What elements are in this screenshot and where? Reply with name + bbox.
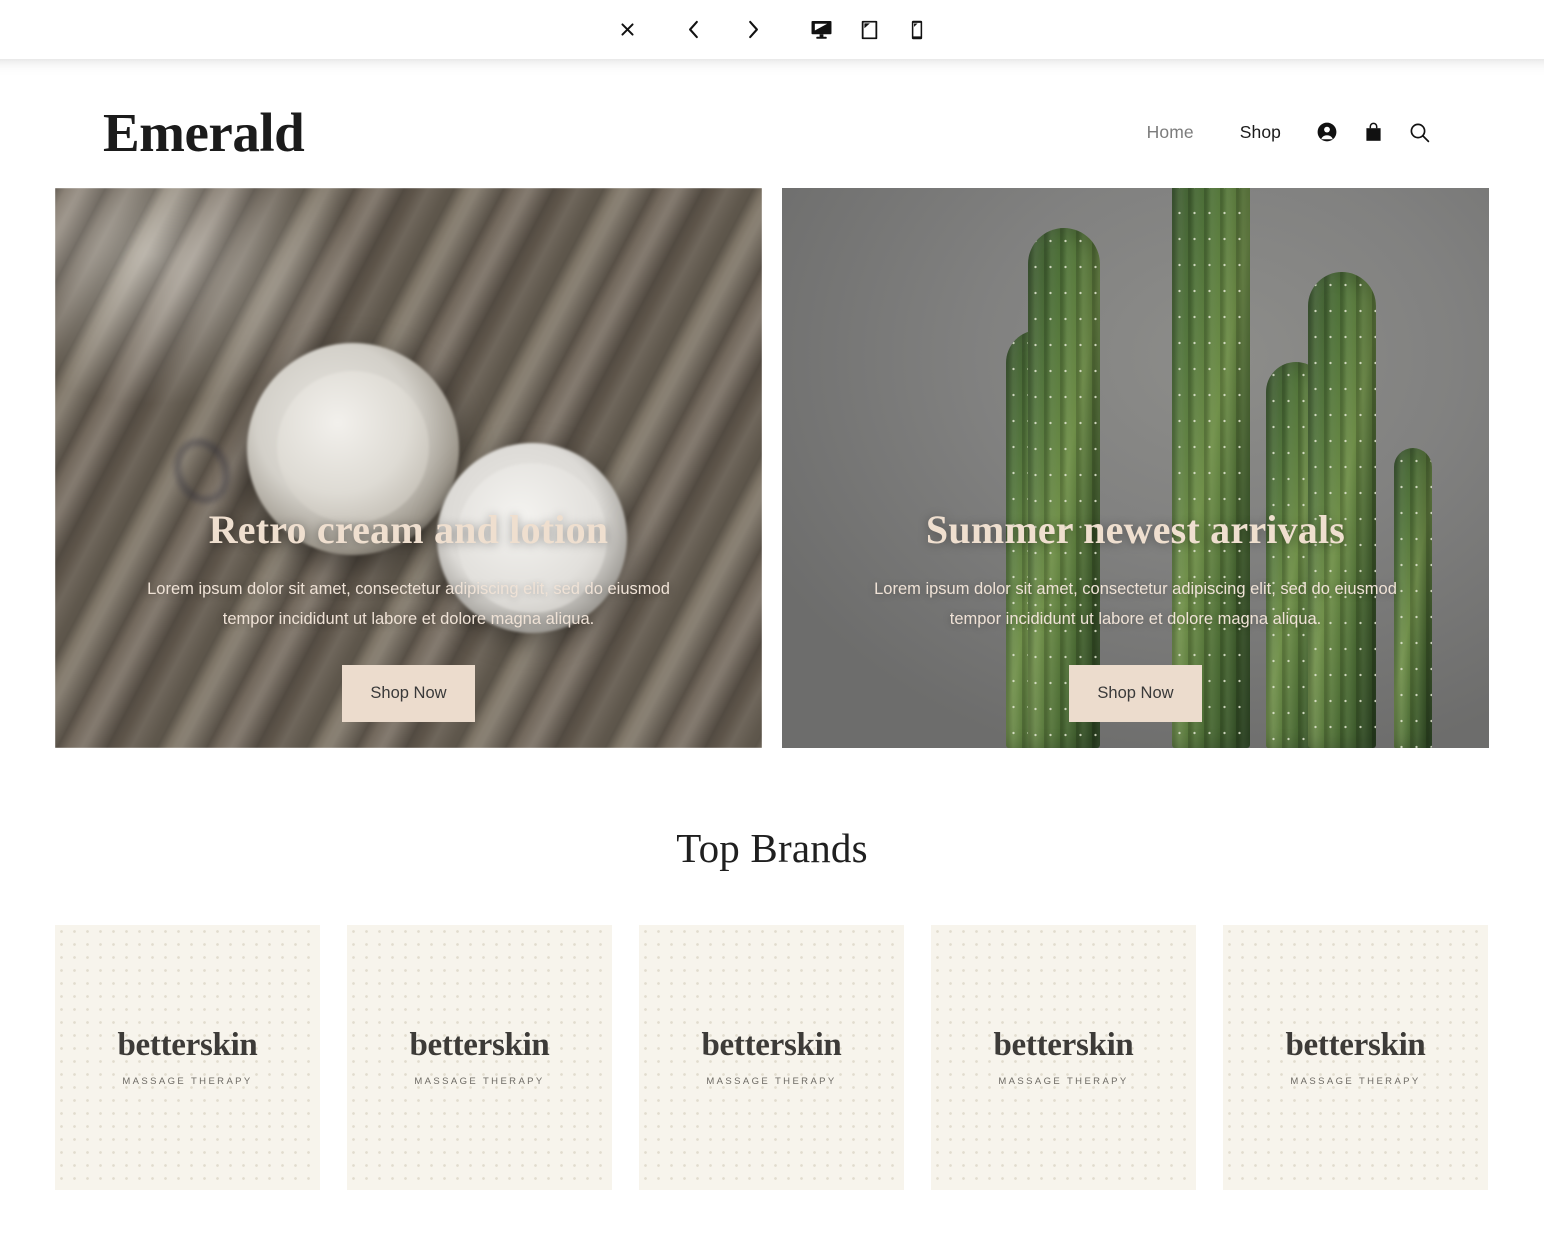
hero-image-cactus bbox=[1172, 188, 1250, 748]
brand-tagline: MASSAGE THERAPY bbox=[122, 1075, 253, 1087]
brand-card[interactable]: betterskin MASSAGE THERAPY bbox=[347, 925, 612, 1190]
brand-card[interactable]: betterskin MASSAGE THERAPY bbox=[639, 925, 904, 1190]
close-icon bbox=[620, 23, 634, 36]
close-preview-button[interactable] bbox=[604, 11, 650, 49]
brand-card[interactable]: betterskin MASSAGE THERAPY bbox=[55, 925, 320, 1190]
nav-item-shop[interactable]: Shop bbox=[1217, 122, 1304, 143]
brand-card[interactable]: betterskin MASSAGE THERAPY bbox=[1223, 925, 1488, 1190]
desktop-view-button[interactable] bbox=[798, 11, 844, 49]
brand-tagline: MASSAGE THERAPY bbox=[1290, 1075, 1421, 1087]
hero-shop-now-button[interactable]: Shop Now bbox=[342, 665, 475, 722]
desktop-icon bbox=[811, 20, 831, 39]
brand-tagline: MASSAGE THERAPY bbox=[414, 1075, 545, 1087]
brand-name: betterskin bbox=[1285, 1026, 1426, 1063]
brand-card[interactable]: betterskin MASSAGE THERAPY bbox=[931, 925, 1196, 1190]
hero-description: Lorem ipsum dolor sit amet, consectetur … bbox=[147, 580, 670, 628]
mobile-view-button[interactable] bbox=[894, 11, 940, 49]
hero-banner-grid: Retro cream and lotion Lorem ipsum dolor… bbox=[0, 188, 1544, 748]
hero-shop-now-button[interactable]: Shop Now bbox=[1069, 665, 1202, 722]
search-icon bbox=[1410, 123, 1429, 142]
hero-image-grey-wall bbox=[782, 188, 1489, 748]
hero-title: Summer newest arrivals bbox=[925, 507, 1346, 552]
account-button[interactable] bbox=[1304, 115, 1350, 149]
brand-name: betterskin bbox=[701, 1026, 842, 1063]
chevron-right-icon bbox=[748, 20, 758, 39]
tablet-icon bbox=[861, 20, 877, 39]
hero-title: Retro cream and lotion bbox=[208, 507, 609, 552]
shopping-bag-icon bbox=[1365, 122, 1381, 141]
back-button[interactable] bbox=[670, 11, 716, 49]
brand-name: betterskin bbox=[409, 1026, 550, 1063]
site-logo[interactable]: Emerald bbox=[103, 105, 305, 160]
top-brands-section: Top Brands betterskin MASSAGE THERAPY be… bbox=[0, 748, 1544, 1190]
brand-name: betterskin bbox=[993, 1026, 1134, 1063]
toolbar-drop-shadow bbox=[0, 59, 1544, 76]
forward-button[interactable] bbox=[730, 11, 776, 49]
nav-item-home[interactable]: Home bbox=[1124, 122, 1217, 143]
preview-toolbar-buttons bbox=[604, 11, 940, 49]
brand-card-row: betterskin MASSAGE THERAPY betterskin MA… bbox=[0, 872, 1544, 1190]
hero-banner-summer-arrivals[interactable]: Summer newest arrivals Lorem ipsum dolor… bbox=[782, 188, 1489, 748]
brand-tagline: MASSAGE THERAPY bbox=[706, 1075, 837, 1087]
chevron-left-icon bbox=[688, 20, 698, 39]
hero-banner-retro-cream[interactable]: Retro cream and lotion Lorem ipsum dolor… bbox=[55, 188, 762, 748]
brand-name: betterskin bbox=[117, 1026, 258, 1063]
preview-toolbar bbox=[0, 0, 1544, 59]
search-button[interactable] bbox=[1396, 115, 1442, 149]
mobile-icon bbox=[911, 20, 923, 39]
hero-description: Lorem ipsum dolor sit amet, consectetur … bbox=[874, 580, 1397, 628]
account-icon bbox=[1317, 122, 1337, 142]
tablet-view-button[interactable] bbox=[846, 11, 892, 49]
site-header: Emerald Home Shop bbox=[0, 76, 1544, 188]
site-preview-canvas: Emerald Home Shop Retro cream and lotion… bbox=[0, 59, 1544, 1190]
section-title: Top Brands bbox=[676, 825, 868, 871]
cart-button[interactable] bbox=[1350, 115, 1396, 149]
main-navigation: Home Shop bbox=[1124, 115, 1442, 149]
brand-tagline: MASSAGE THERAPY bbox=[998, 1075, 1129, 1087]
